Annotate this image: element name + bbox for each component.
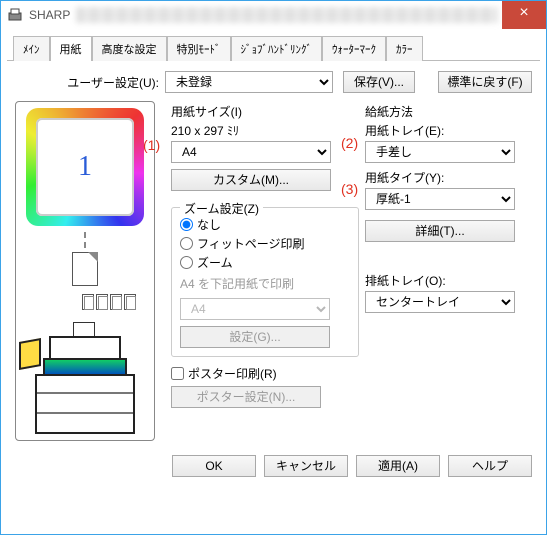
apply-button[interactable]: 適用(A): [356, 455, 440, 477]
help-button[interactable]: ヘルプ: [448, 455, 532, 477]
paper-size-label: 用紙サイズ(I): [171, 103, 359, 120]
zoom-option-label-2: ズーム: [197, 254, 233, 271]
poster-settings-button: ポスター設定(N)...: [171, 386, 321, 408]
poster-checkbox-input[interactable]: [171, 367, 184, 380]
annotation-3: (3): [341, 181, 358, 197]
tab-6[interactable]: ｶﾗｰ: [386, 36, 423, 61]
user-settings-label: ユーザー設定(U):: [15, 74, 165, 91]
zoom-group-label: ズーム設定(Z): [180, 200, 263, 217]
tab-5[interactable]: ｳｫｰﾀｰﾏｰｸ: [322, 36, 386, 61]
custom-size-button[interactable]: カスタム(M)...: [171, 169, 331, 191]
zoom-option-1[interactable]: フィットページ印刷: [180, 235, 350, 252]
copies-icon: [20, 294, 150, 310]
zoom-target-select: A4: [180, 298, 330, 320]
tab-4[interactable]: ｼﾞｮﾌﾞﾊﾝﾄﾞﾘﾝｸﾞ: [231, 36, 323, 61]
output-tray-select[interactable]: センタートレイ: [365, 291, 515, 313]
annotation-2: (2): [341, 135, 358, 151]
zoom-radio-0[interactable]: [180, 218, 193, 231]
zoom-settings-button: 設定(G)...: [180, 326, 330, 348]
printer-app-icon: [7, 7, 23, 23]
paper-size-select[interactable]: A4: [171, 141, 331, 163]
poster-checkbox-label: ポスター印刷(R): [188, 365, 277, 382]
zoom-option-label-0: なし: [197, 216, 221, 233]
save-button[interactable]: 保存(V)...: [343, 71, 415, 93]
paper-tray-label: 用紙トレイ(E):: [365, 122, 532, 139]
ok-button[interactable]: OK: [172, 455, 256, 477]
title-obscured: [76, 7, 498, 23]
paper-tray-select[interactable]: 手差し: [365, 141, 515, 163]
zoom-radio-1[interactable]: [180, 237, 193, 250]
preview-panel: 1: [15, 101, 155, 441]
paper-dims: 210 x 297 ﾐﾘ: [171, 122, 359, 139]
tab-strip: ﾒｲﾝ用紙高度な設定特別ﾓｰﾄﾞｼﾞｮﾌﾞﾊﾝﾄﾞﾘﾝｸﾞｳｫｰﾀｰﾏｰｸｶﾗｰ: [7, 29, 540, 61]
paper-type-select[interactable]: 厚紙-1: [365, 188, 515, 210]
zoom-hint: A4 を下記用紙で印刷: [180, 275, 350, 292]
zoom-option-2[interactable]: ズーム: [180, 254, 350, 271]
feed-method-label: 給紙方法: [365, 103, 532, 120]
zoom-radio-2[interactable]: [180, 256, 193, 269]
annotation-1: (1): [143, 137, 160, 153]
tab-3[interactable]: 特別ﾓｰﾄﾞ: [167, 36, 231, 61]
output-page-icon: [72, 252, 98, 286]
page-preview-icon: 1: [26, 108, 144, 226]
tab-0[interactable]: ﾒｲﾝ: [13, 36, 50, 61]
output-tray-label: 排紙トレイ(O):: [365, 272, 532, 289]
feed-detail-button[interactable]: 詳細(T)...: [365, 220, 515, 242]
user-settings-select[interactable]: 未登録: [165, 71, 333, 93]
window-title: SHARP: [29, 8, 76, 22]
tab-1[interactable]: 用紙: [50, 36, 92, 61]
zoom-option-0[interactable]: なし: [180, 216, 350, 233]
cancel-button[interactable]: キャンセル: [264, 455, 348, 477]
zoom-option-label-1: フィットページ印刷: [197, 235, 305, 252]
restore-defaults-button[interactable]: 標準に戻す(F): [438, 71, 532, 93]
tab-2[interactable]: 高度な設定: [92, 36, 167, 61]
paper-type-label: 用紙タイプ(Y):: [365, 169, 532, 186]
poster-checkbox[interactable]: ポスター印刷(R): [171, 365, 359, 382]
printer-icon: [25, 318, 145, 438]
preview-page-number: 1: [36, 118, 134, 216]
titlebar: SHARP ×: [1, 1, 546, 29]
close-button[interactable]: ×: [502, 1, 546, 29]
